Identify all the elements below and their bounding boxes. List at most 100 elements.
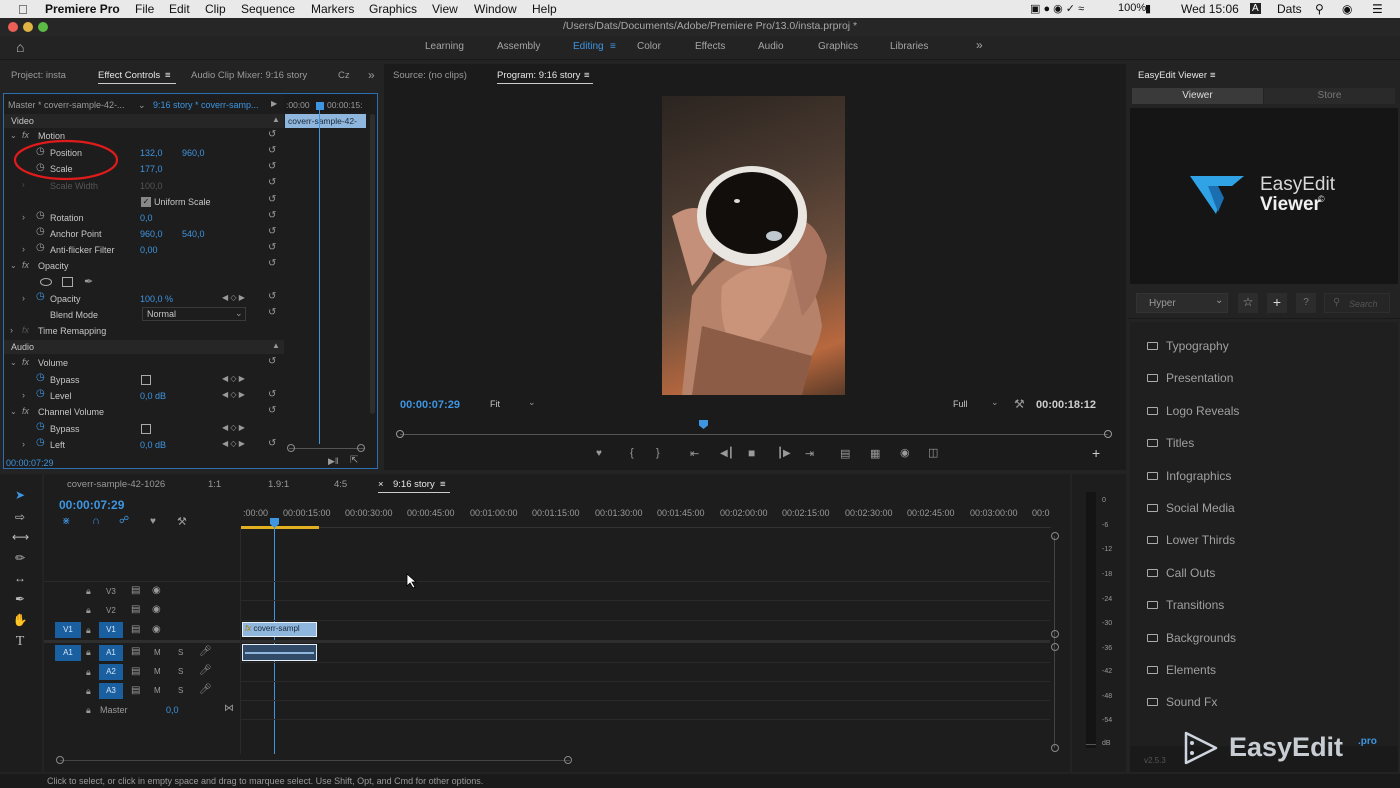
film-icon[interactable]: ▤ [131, 646, 140, 657]
workspace-color[interactable]: Color [637, 41, 661, 52]
step-forward-icon[interactable]: ┃▶ [777, 448, 791, 459]
collapse-icon[interactable]: ▲ [272, 341, 280, 350]
bypass-checkbox[interactable] [141, 424, 151, 434]
vertical-zoom-bar[interactable] [1054, 536, 1055, 748]
lock-icon[interactable]: 🔒︎ [86, 667, 91, 678]
h-zoom-handle-right[interactable] [564, 756, 572, 764]
category-transitions[interactable]: Transitions [1166, 598, 1224, 612]
reset-icon[interactable]: ↺ [268, 307, 276, 318]
home-icon[interactable]: ⌂ [16, 39, 24, 55]
lock-icon[interactable]: 🔒︎ [86, 705, 91, 716]
easyedit-preview[interactable]: EasyEdit Viewer © [1130, 108, 1398, 284]
reset-icon[interactable]: ↺ [268, 226, 276, 237]
source-patch-v1[interactable]: V1 [55, 622, 81, 638]
easyedit-title[interactable]: EasyEdit Viewer [1138, 70, 1207, 81]
fx-badge-icon[interactable]: fx [22, 325, 29, 335]
stopwatch-icon[interactable]: ◷ [36, 388, 45, 399]
rotation-value[interactable]: 0,0 [140, 213, 153, 223]
favorites-star-icon[interactable]: ☆ [1238, 293, 1258, 313]
category-infographics[interactable]: Infographics [1166, 469, 1231, 483]
close-tab-icon[interactable]: × [378, 479, 384, 490]
mark-out-icon[interactable]: } [656, 447, 660, 459]
reset-icon[interactable]: ↺ [268, 129, 276, 140]
stop-icon[interactable]: ■ [748, 446, 755, 460]
track-label-v3[interactable]: V3 [106, 587, 116, 596]
opacity-value[interactable]: 100,0 % [140, 294, 173, 304]
tab-project[interactable]: Project: insta [11, 70, 66, 81]
add-button-icon[interactable]: + [1092, 445, 1100, 461]
stopwatch-icon[interactable]: ◷ [36, 291, 45, 302]
zoom-scrollbar[interactable] [289, 448, 365, 449]
workspace-libraries[interactable]: Libraries [890, 41, 928, 52]
keyframe-nav-icon[interactable]: ◀ ◇ ▶ [222, 293, 245, 302]
workspace-graphics[interactable]: Graphics [818, 41, 858, 52]
chevron-down-icon[interactable]: ⌄ [138, 100, 146, 111]
reset-icon[interactable]: ↺ [268, 242, 276, 253]
pen-mask-icon[interactable]: ✒ [84, 275, 93, 288]
stopwatch-icon[interactable]: ◷ [36, 210, 45, 221]
solo-button[interactable]: S [178, 667, 183, 676]
vertical-scrollbar[interactable] [370, 114, 375, 414]
apple-icon[interactable]:  [18, 2, 28, 17]
reset-icon[interactable]: ↺ [268, 210, 276, 221]
track-target-a1[interactable]: A1 [99, 645, 123, 661]
rectangle-mask-icon[interactable] [62, 277, 73, 287]
track-target-v1[interactable]: V1 [99, 622, 123, 638]
lock-icon[interactable]: 🔒︎ [86, 686, 91, 697]
film-icon[interactable]: ▤ [131, 585, 140, 596]
master-clip-label[interactable]: Master * coverr-sample-42-... [8, 100, 125, 110]
track-label-v2[interactable]: V2 [106, 606, 116, 615]
solo-button[interactable]: S [178, 686, 183, 695]
position-y-value[interactable]: 960,0 [182, 148, 205, 158]
menu-clip[interactable]: Clip [205, 2, 226, 16]
menu-help[interactable]: Help [532, 2, 557, 16]
mark-in-icon[interactable]: { [630, 447, 634, 459]
eye-icon[interactable]: ◉ [152, 585, 161, 596]
input-source-icon[interactable]: A [1250, 3, 1261, 14]
reset-icon[interactable]: ↺ [268, 194, 276, 205]
snap-icon[interactable]: ∩ [92, 515, 100, 527]
category-social-media[interactable]: Social Media [1166, 501, 1235, 515]
stopwatch-icon[interactable]: ◷ [36, 437, 45, 448]
tab-sequence-1-9-1[interactable]: 1.9:1 [268, 479, 289, 490]
zoom-window-button[interactable] [38, 22, 48, 32]
slip-tool-icon[interactable]: ↔ [12, 571, 28, 585]
menu-graphics[interactable]: Graphics [369, 2, 417, 16]
pen-tool-icon[interactable]: ✒ [12, 592, 28, 606]
go-to-end-icon[interactable]: ⋈ [224, 703, 234, 714]
stopwatch-icon[interactable]: ◷ [36, 372, 45, 383]
camera-icon[interactable]: ◉ [900, 446, 910, 459]
expand-icon[interactable]: › [10, 325, 13, 335]
battery-icon[interactable]: ▮ [1145, 2, 1151, 15]
channel-volume-expand-icon[interactable]: ⌄ [10, 407, 17, 416]
zoom-handle[interactable] [1051, 744, 1059, 752]
master-volume-value[interactable]: 0,0 [166, 705, 179, 715]
spotlight-icon[interactable]: ⚲ [1315, 2, 1324, 16]
program-scrubber[interactable] [400, 434, 1108, 435]
workspace-menu-icon[interactable]: ≡ [610, 41, 616, 52]
microphone-icon[interactable]: 🎤︎ [199, 665, 212, 676]
work-area-bar[interactable] [241, 526, 319, 529]
anchor-y-value[interactable]: 540,0 [182, 229, 205, 239]
tab-sequence-1-1[interactable]: 1:1 [208, 479, 221, 490]
reset-icon[interactable]: ↺ [268, 177, 276, 188]
microphone-icon[interactable]: 🎤︎ [199, 684, 212, 695]
microphone-icon[interactable]: 🎤︎ [199, 646, 212, 657]
tab-source[interactable]: Source: (no clips) [393, 70, 467, 81]
library-dropdown[interactable]: Hyper ⌄ [1136, 293, 1228, 313]
collapse-icon[interactable]: ▲ [272, 115, 280, 124]
menu-view[interactable]: View [432, 2, 458, 16]
menu-markers[interactable]: Markers [311, 2, 354, 16]
horizontal-zoom-bar[interactable] [60, 760, 570, 761]
category-call-outs[interactable]: Call Outs [1166, 566, 1215, 580]
tab-menu-icon[interactable]: ≡ [165, 70, 171, 81]
clock[interactable]: Wed 15:06 [1181, 2, 1239, 16]
workspace-editing[interactable]: Editing [573, 41, 604, 52]
position-x-value[interactable]: 132,0 [140, 148, 163, 158]
menu-file[interactable]: File [135, 2, 154, 16]
track-target-a3[interactable]: A3 [99, 683, 123, 699]
tab-sequence-4-5[interactable]: 4:5 [334, 479, 347, 490]
tab-sequence-9-16-story[interactable]: 9:16 story [393, 479, 435, 490]
play-only-icon[interactable]: ▶ [271, 99, 277, 108]
add-icon[interactable]: + [1267, 293, 1287, 313]
